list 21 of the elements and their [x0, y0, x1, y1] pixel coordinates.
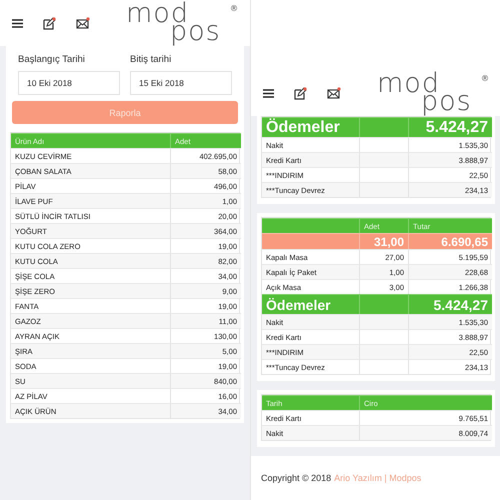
section-header: Ödemeler: [262, 117, 360, 137]
field-label: Başlangıç Tarihi: [18, 54, 86, 65]
logo-text: mod: [126, 2, 189, 26]
menu-icon[interactable]: [12, 18, 23, 28]
field-label: Bitiş tarihi: [130, 54, 172, 65]
menu-icon[interactable]: [263, 88, 274, 98]
section-header: 5.424,27: [409, 294, 492, 314]
envelope-icon[interactable]: [327, 87, 341, 99]
section-header: Ödemeler: [262, 294, 360, 314]
edit-icon[interactable]: [43, 16, 56, 30]
copyright-text: Copyright © 2018: [261, 473, 332, 483]
envelope-icon[interactable]: [76, 17, 90, 29]
edit-icon[interactable]: [294, 86, 307, 100]
date-field[interactable]: 15 Eki 2018: [130, 71, 232, 95]
section-header: 5.424,27: [409, 117, 492, 137]
total-cell: 6.690,65: [409, 233, 492, 249]
date-field[interactable]: 10 Eki 2018: [18, 71, 120, 95]
logo-text: mod: [377, 72, 440, 96]
registered-mark: ®: [230, 4, 238, 13]
registered-mark: ®: [481, 74, 489, 83]
total-cell: 31,00: [360, 233, 409, 249]
